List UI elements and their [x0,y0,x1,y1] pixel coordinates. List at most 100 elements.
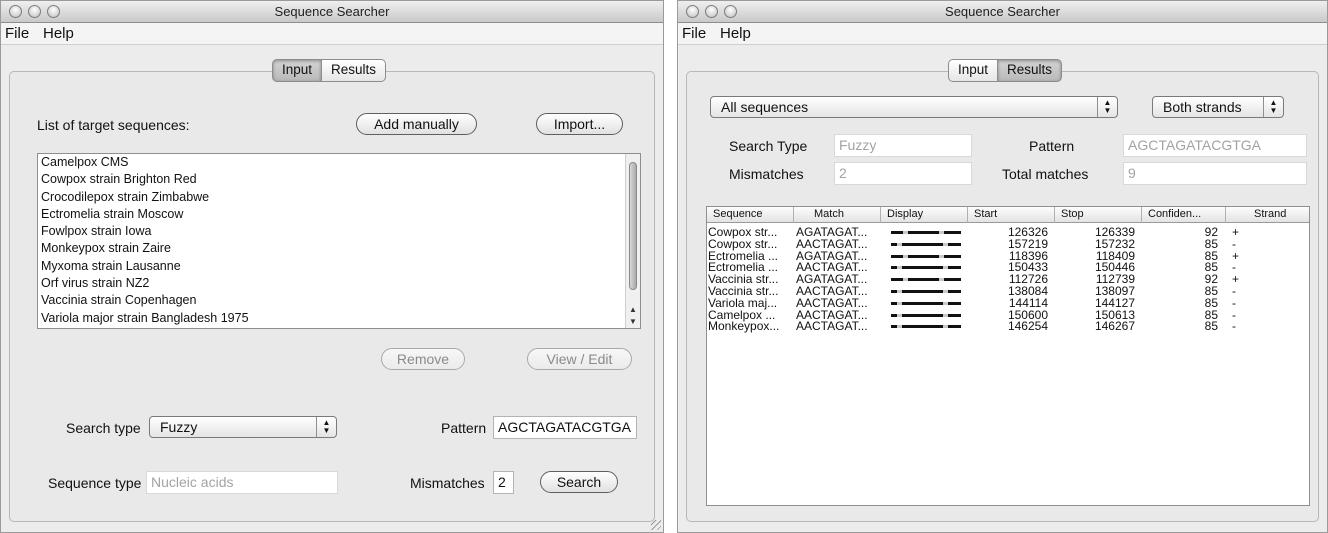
list-item[interactable]: Camelpox CMS [38,154,640,171]
list-item[interactable]: Cowpox strain Brighton Red [38,171,640,188]
match-position-bar [891,278,961,282]
pattern-label: Pattern [441,420,487,436]
table-row[interactable]: Monkeypox... AACTAGAT... 146254 146267 85- [707,318,1309,335]
column-header-strand[interactable]: Strand [1226,207,1310,223]
match-position-marker [939,254,944,258]
match-position-marker [903,231,908,234]
match-position-marker [897,266,902,270]
cell-confidence: 85 [1204,319,1218,334]
cell-match: AACTAGAT... [796,319,868,334]
table-header: Sequence Match Display Start Stop Confid… [707,207,1309,223]
updown-arrows-icon: ▲ ▼ [316,417,336,437]
match-position-marker [939,278,944,282]
list-item[interactable]: Fowlpox strain Iowa [38,223,640,240]
menu-help[interactable]: Help [720,25,751,42]
match-position-bar [891,254,961,258]
tab-results[interactable]: Results [998,59,1063,82]
column-header-match[interactable]: Match [794,207,881,223]
tab-results[interactable]: Results [322,59,387,82]
sequence-filter-select[interactable]: All sequences ▲ ▼ [710,96,1118,118]
match-position-marker [943,242,948,246]
scrollbar-thumb[interactable] [629,162,637,290]
menu-bar: File Help [1,23,663,45]
match-position-marker [897,325,902,329]
strand-filter-value: Both strands [1163,99,1242,115]
match-position-marker [903,254,908,258]
match-position-marker [943,301,948,305]
results-mismatches-label: Mismatches [729,166,804,182]
tab-input[interactable]: Input [272,59,323,82]
column-header-display[interactable]: Display [881,207,968,223]
list-scrollbar[interactable]: ▲ ▼ [625,154,640,328]
pattern-input[interactable]: AGCTAGATACGTGA [493,416,637,439]
menu-file[interactable]: File [682,25,706,42]
sequence-filter-value: All sequences [721,99,809,115]
search-type-select[interactable]: Fuzzy ▲ ▼ [149,416,337,438]
match-position-marker [943,266,948,270]
cell-sequence: Monkeypox... [708,319,780,334]
match-position-marker [897,313,902,317]
cell-stop: 146267 [1094,319,1135,334]
search-type-label: Search type [66,420,141,436]
cell-start: 146254 [1007,319,1048,334]
search-type-value: Fuzzy [160,419,198,435]
target-sequence-list[interactable]: Camelpox CMS Cowpox strain Brighton Red Cr… [37,153,641,329]
match-position-marker [897,290,902,293]
resize-grip-icon[interactable] [651,520,661,530]
mismatches-input[interactable]: 2 [493,471,514,494]
results-search-type-field: Fuzzy [834,134,972,157]
menu-file[interactable]: File [5,25,29,42]
list-item[interactable]: Myxoma strain Lausanne [38,258,640,275]
match-position-marker [897,242,902,246]
total-matches-field: 9 [1123,162,1307,185]
list-item[interactable]: Monkeypox strain Zaire [38,240,640,257]
cell-strand: - [1232,319,1236,334]
match-position-marker [903,278,908,282]
sequence-list-rows: Camelpox CMS Cowpox strain Brighton Red Cr… [38,154,640,327]
menu-bar: File Help [678,23,1327,45]
list-item[interactable]: Crocodilepox strain Zimbabwe [38,189,640,206]
scroll-up-icon[interactable]: ▲ [626,304,640,316]
match-position-marker [943,290,948,293]
mismatches-label: Mismatches [410,475,485,491]
import-button[interactable]: Import... [536,113,623,135]
results-pattern-label: Pattern [1029,138,1075,154]
match-position-marker [943,325,948,329]
results-pattern-field: AGCTAGATACGTGA [1123,134,1307,157]
targets-label: List of target sequences: [37,117,190,133]
list-item[interactable]: Variola major strain Bangladesh 1975 [38,310,640,327]
column-header-start[interactable]: Start [968,207,1055,223]
menu-help[interactable]: Help [43,25,74,42]
results-search-type-label: Search Type [729,138,808,154]
sequence-type-label: Sequence type [48,475,142,491]
title-bar: Sequence Searcher [1,1,663,23]
list-item[interactable]: Vaccinia strain Copenhagen [38,292,640,309]
sequence-type-field: Nucleic acids [146,471,338,494]
total-matches-label: Total matches [1002,166,1089,182]
tab-bar: Input Results [948,59,1063,82]
results-mismatches-field: 2 [834,162,972,185]
remove-button[interactable]: Remove [381,348,465,370]
list-item[interactable]: Ectromelia strain Moscow [38,206,640,223]
list-item[interactable]: Orf virus strain NZ2 [38,275,640,292]
input-window: Sequence Searcher File Help Input Result… [0,0,664,533]
updown-arrows-icon: ▲ ▼ [1097,97,1117,117]
tab-input[interactable]: Input [948,59,999,82]
column-header-sequence[interactable]: Sequence [707,207,794,223]
window-title: Sequence Searcher [945,4,1060,19]
match-position-marker [943,313,948,317]
window-title: Sequence Searcher [274,4,390,19]
scroll-down-icon[interactable]: ▼ [626,316,640,328]
match-position-bar [891,231,961,234]
column-header-stop[interactable]: Stop [1055,207,1142,223]
column-header-confidence[interactable]: Confiden... [1142,207,1226,223]
title-bar: Sequence Searcher [678,1,1327,23]
match-position-marker [897,301,902,305]
match-position-marker [939,231,944,234]
tab-bar: Input Results [272,59,387,82]
view-edit-button[interactable]: View / Edit [527,348,632,370]
add-manually-button[interactable]: Add manually [356,113,477,135]
strand-filter-select[interactable]: Both strands ▲ ▼ [1152,96,1284,118]
results-table: Sequence Match Display Start Stop Confid… [706,206,1310,506]
search-button[interactable]: Search [540,471,618,493]
